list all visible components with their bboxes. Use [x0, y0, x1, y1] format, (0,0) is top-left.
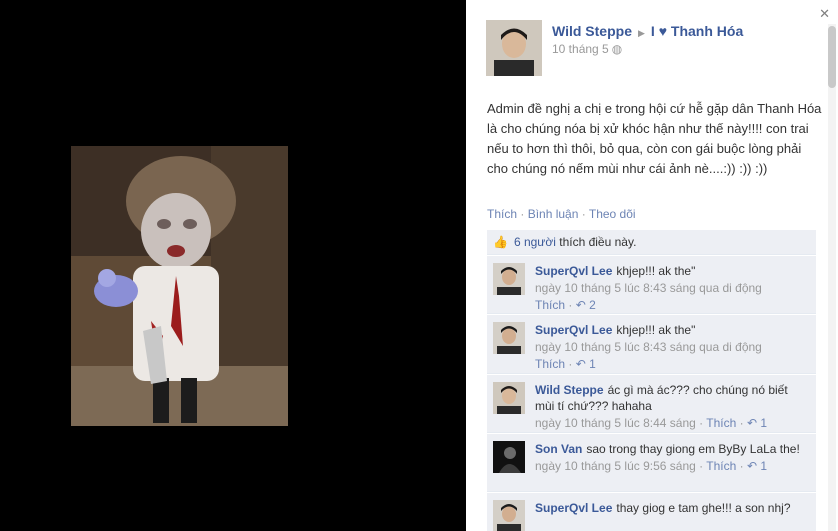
follow-link[interactable]: Theo dõi: [589, 207, 636, 221]
scrollbar-track[interactable]: [828, 24, 836, 531]
thumbs-up-icon: 👍: [493, 235, 508, 249]
commenter-avatar[interactable]: [493, 322, 525, 354]
post-date[interactable]: 10 tháng 5: [552, 42, 609, 56]
commenter-name[interactable]: Wild Steppe: [535, 383, 604, 397]
commenter-name[interactable]: SuperQvl Lee: [535, 264, 612, 278]
author-avatar[interactable]: [486, 20, 542, 76]
comment-like-count[interactable]: 2: [589, 298, 596, 312]
comment-item: SuperQvl Lee khjep!!! ak the" ngày 10 thá…: [487, 256, 816, 314]
commenter-avatar[interactable]: [493, 263, 525, 295]
like-count-icon[interactable]: ↶: [747, 416, 757, 430]
commenter-name[interactable]: SuperQvl Lee: [535, 323, 612, 337]
like-count-icon[interactable]: ↶: [576, 357, 586, 371]
likes-summary: 👍 6 người thích điều này.: [487, 230, 816, 255]
arrow-right-icon: ▶: [638, 28, 645, 38]
comment-like-count[interactable]: 1: [760, 459, 767, 473]
commenter-avatar[interactable]: [493, 382, 525, 414]
like-count-icon[interactable]: ↶: [747, 459, 757, 473]
author-name[interactable]: Wild Steppe: [552, 23, 632, 39]
scrollbar-thumb[interactable]: [828, 26, 836, 88]
comment-time[interactable]: ngày 10 tháng 5 lúc 8:43 sáng qua di độn…: [535, 340, 762, 354]
comment-text: thay giog e tam ghe!!! a son nhj?: [616, 501, 791, 515]
comment-text: khjep!!! ak the": [616, 264, 696, 278]
like-count-icon[interactable]: ↶: [576, 298, 586, 312]
comment-time[interactable]: ngày 10 tháng 5 lúc 8:44 sáng: [535, 416, 696, 430]
photo-illustration: [71, 146, 288, 426]
post-header: Wild Steppe ▶ I ♥ Thanh Hóa 10 tháng 5 ◍: [486, 20, 743, 78]
photo-stage: [0, 0, 466, 531]
commenter-name[interactable]: SuperQvl Lee: [535, 501, 612, 515]
like-link[interactable]: Thích: [487, 207, 517, 221]
comment-item: Wild Steppe ác gì mà ác??? cho chúng nó b…: [487, 375, 816, 433]
comment-item: SuperQvl Lee thay giog e tam ghe!!! a son…: [487, 493, 816, 531]
post-photo[interactable]: [71, 146, 288, 426]
comment-link[interactable]: Bình luận: [528, 207, 579, 221]
close-icon[interactable]: ✕: [819, 6, 830, 22]
comment-text: sao trong thay giong em ByBy LaLa the!: [586, 442, 800, 456]
comment-like-link[interactable]: Thích: [706, 416, 736, 430]
likes-count-link[interactable]: 6 người: [514, 235, 556, 249]
comment-time[interactable]: ngày 10 tháng 5 lúc 8:43 sáng qua di độn…: [535, 281, 762, 295]
post-actions: Thích · Bình luận · Theo dõi: [487, 207, 636, 221]
comment-like-link[interactable]: Thích: [706, 459, 736, 473]
commenter-avatar[interactable]: [493, 441, 525, 473]
post-panel: ✕ Wild Steppe ▶ I ♥ Thanh Hóa 10 tháng 5 ◍ …: [466, 0, 838, 531]
commenter-avatar[interactable]: [493, 500, 525, 531]
comment-like-count[interactable]: 1: [760, 416, 767, 430]
comment-item: Son Van sao trong thay giong em ByBy LaLa…: [487, 434, 816, 492]
likes-suffix: thích điều này.: [559, 235, 637, 249]
comment-time[interactable]: ngày 10 tháng 5 lúc 9:56 sáng: [535, 459, 696, 473]
globe-icon[interactable]: ◍: [612, 42, 622, 56]
comment-like-count[interactable]: 1: [589, 357, 596, 371]
comment-like-link[interactable]: Thích: [535, 298, 565, 312]
comment-like-link[interactable]: Thích: [535, 357, 565, 371]
comment-text: khjep!!! ak the": [616, 323, 696, 337]
post-body: Admin đề nghị a chị e trong hội cứ hễ gặ…: [487, 101, 822, 176]
comment-item: SuperQvl Lee khjep!!! ak the" ngày 10 thá…: [487, 315, 816, 374]
commenter-name[interactable]: Son Van: [535, 442, 582, 456]
group-name[interactable]: I ♥ Thanh Hóa: [651, 23, 743, 39]
